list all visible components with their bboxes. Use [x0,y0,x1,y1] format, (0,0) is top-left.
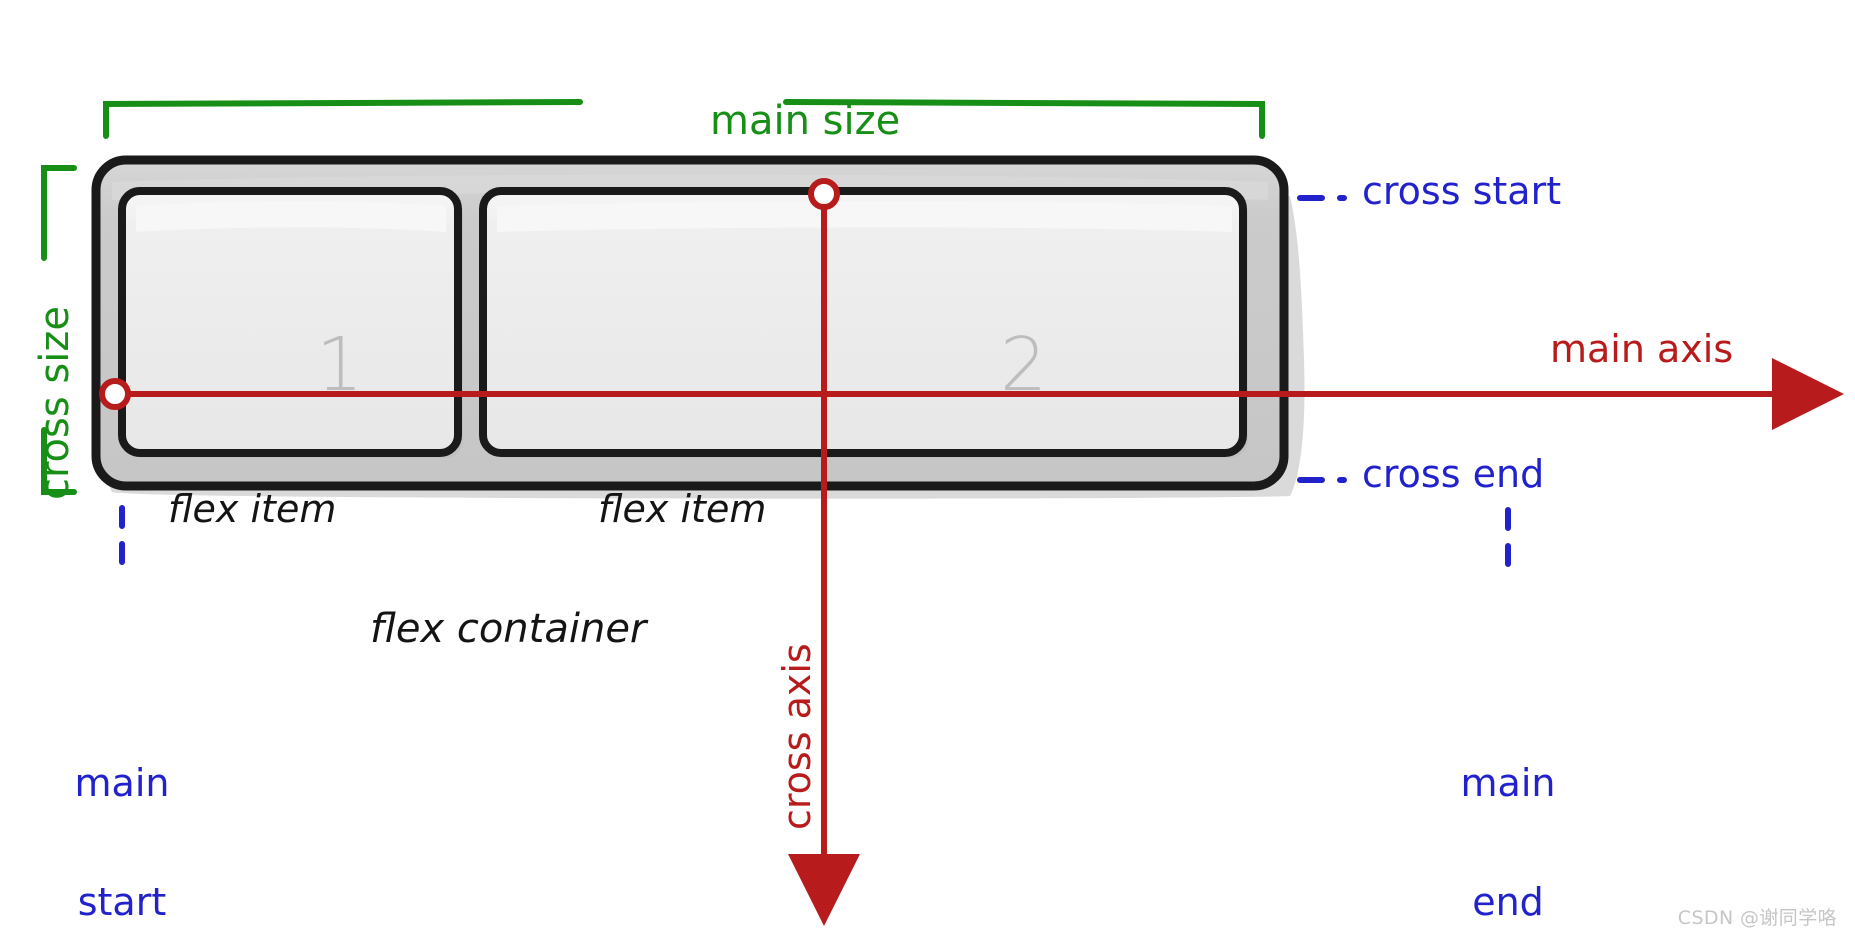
flex-item-1-shape [118,187,463,458]
flex-container-label: flex container [370,606,647,652]
flex-item-2-caption: flex item [598,487,767,531]
cross-size-label: cross size [32,306,78,500]
main-start-label-line2: start [77,880,167,925]
main-end-label-line1: main [1460,760,1556,805]
cross-end-label: cross end [1362,452,1545,496]
flex-item-2-number: 2 [1000,322,1048,408]
cross-axis-label: cross axis [775,643,819,830]
main-end-label-line2: end [1472,880,1544,925]
main-start-label: main start [42,684,202,940]
main-size-bracket [103,99,1265,139]
flex-item-1-caption: flex item [168,487,337,531]
csdn-watermark: CSDN @谢同学咯 [1677,907,1837,929]
flexbox-diagram-canvas: main size cross size cross start cross e… [0,0,1855,940]
flex-item-1-number: 1 [316,322,364,408]
main-end-label: main end [1428,684,1588,940]
main-axis-label: main axis [1550,327,1734,371]
main-start-label-line1: main [74,760,170,805]
main-size-label: main size [710,98,901,144]
flex-item-2-shape [479,187,1248,458]
cross-start-label: cross start [1362,169,1562,213]
